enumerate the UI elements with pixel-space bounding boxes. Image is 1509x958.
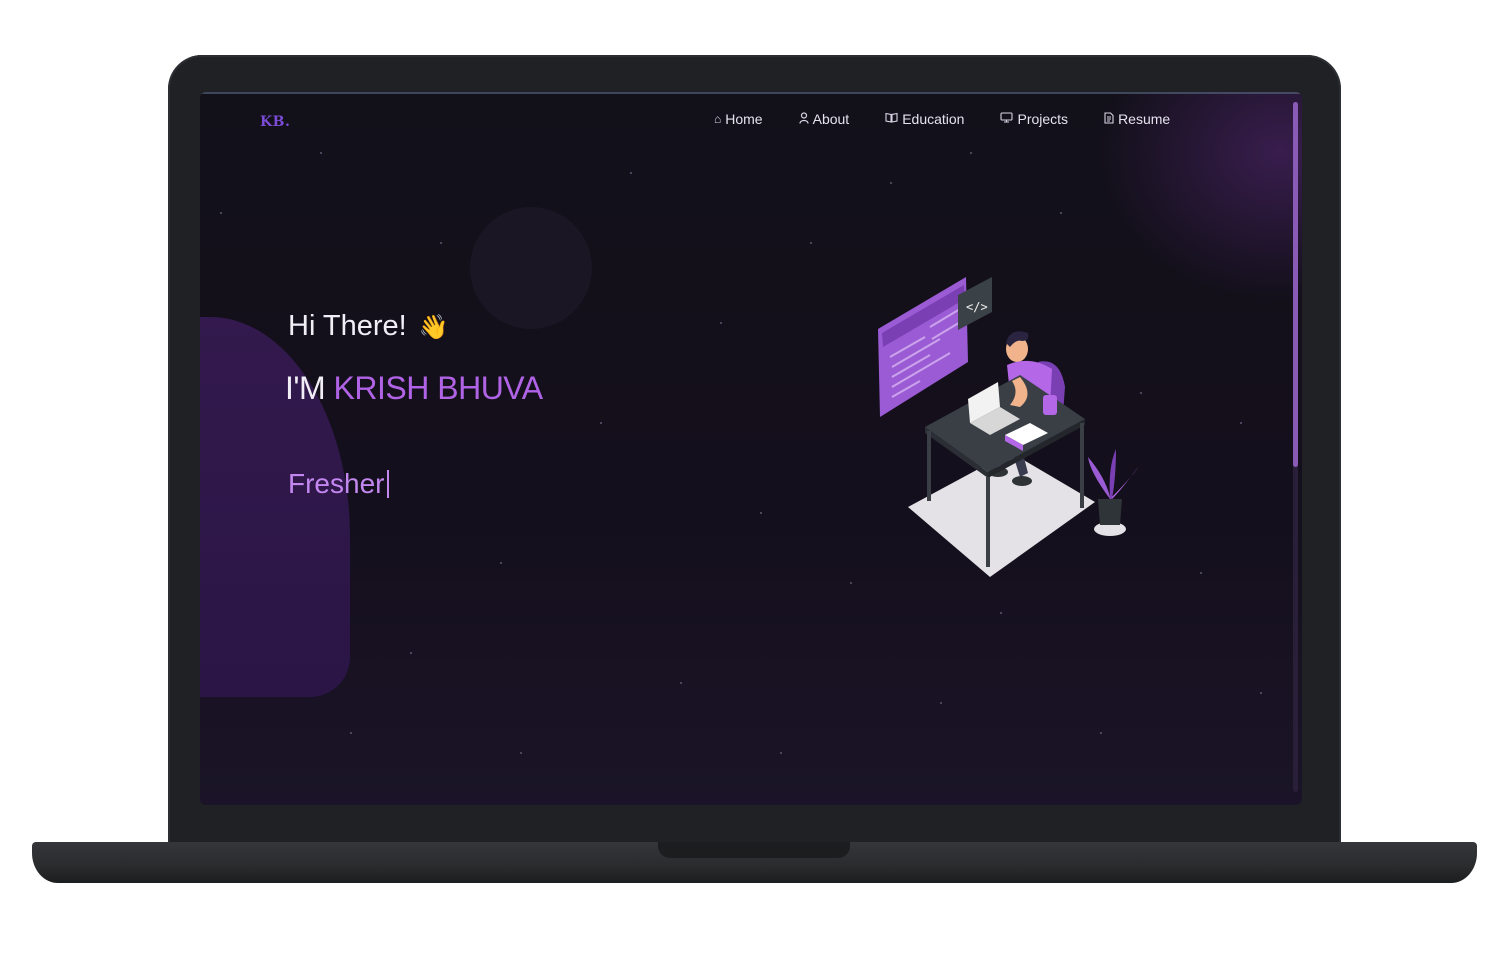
home-icon: ⌂ [714, 112, 722, 126]
document-icon [1104, 111, 1114, 127]
nav-item-about[interactable]: About [799, 111, 850, 127]
greeting-text: Hi There! [288, 310, 407, 342]
book-icon [885, 112, 898, 126]
user-icon [799, 111, 809, 127]
intro-prefix: I'M [285, 370, 334, 406]
scrollbar[interactable] [1293, 102, 1298, 792]
nav-item-projects[interactable]: Projects [1000, 111, 1068, 127]
nav-label: Projects [1017, 111, 1069, 127]
hero-intro: I'M KRISH BHUVA [285, 370, 543, 407]
projects-icon [1000, 112, 1014, 126]
screen-edge [200, 92, 1302, 94]
nav-label: Home [725, 111, 763, 127]
svg-text:</>: </> [966, 300, 988, 314]
hero-greeting: Hi There! 👋 [288, 310, 449, 343]
developer-illustration: </> [878, 277, 1138, 577]
nav-item-education[interactable]: Education [885, 111, 964, 127]
hero-name: KRISH BHUVA [333, 370, 544, 406]
typing-cursor [387, 470, 390, 498]
nav-item-home[interactable]: ⌂ Home [714, 111, 763, 127]
scrollbar-thumb[interactable] [1293, 102, 1298, 467]
nav-label: About [812, 111, 850, 127]
nav-item-resume[interactable]: Resume [1104, 111, 1170, 127]
laptop-screen: KB. ⌂ Home About Education Projects Resu… [200, 92, 1302, 805]
site-logo[interactable]: KB. [260, 114, 290, 130]
background-circle [470, 207, 592, 329]
typewriter-text: Fresher [288, 468, 390, 500]
nav-label: Resume [1118, 111, 1171, 127]
waving-hand-icon: 👋 [418, 314, 449, 341]
typed-role: Fresher [288, 468, 385, 499]
laptop-notch [658, 842, 850, 858]
nav-label: Education [902, 111, 965, 127]
navbar: ⌂ Home About Education Projects Resume [714, 111, 1170, 127]
